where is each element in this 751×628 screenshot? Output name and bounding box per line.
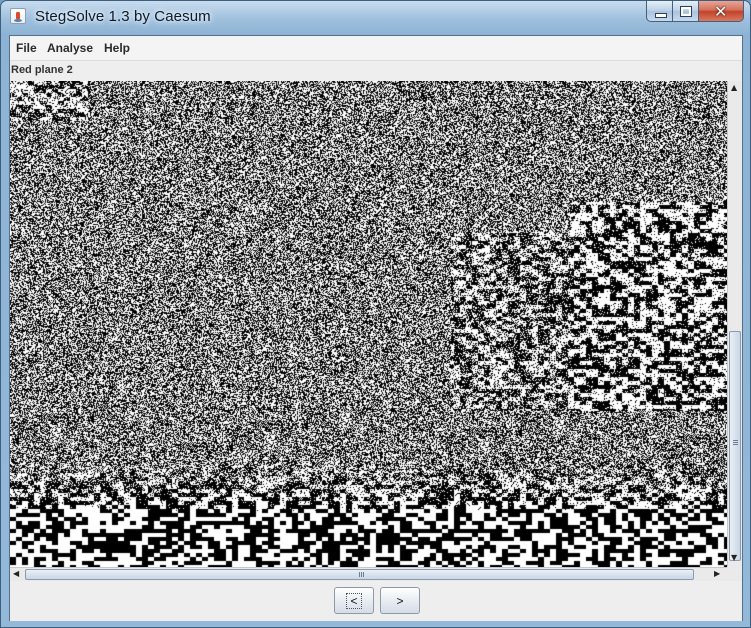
- scroll-right-icon[interactable]: ▶: [714, 569, 720, 578]
- scroll-up-icon[interactable]: ▲: [731, 83, 737, 92]
- minimize-icon: [655, 13, 667, 18]
- client-area: File Analyse Help Red plane 2 ▲ ▼ ◀ ▶ < …: [9, 35, 743, 621]
- previous-plane-button[interactable]: <: [334, 587, 374, 614]
- maximize-icon: [680, 6, 692, 17]
- app-icon[interactable]: [10, 8, 26, 24]
- menu-bar: File Analyse Help: [10, 36, 742, 61]
- vertical-scrollbar[interactable]: ▲ ▼: [727, 81, 742, 567]
- navigation-bar: < >: [10, 581, 742, 621]
- vertical-scroll-thumb[interactable]: [729, 331, 741, 561]
- minimize-button[interactable]: [646, 1, 673, 22]
- title-bar[interactable]: StegSolve 1.3 by Caesum ✕: [1, 1, 750, 35]
- bit-plane-image: [10, 81, 727, 567]
- grip-icon: [359, 572, 365, 577]
- plane-caption: Red plane 2: [11, 64, 73, 76]
- menu-analyse[interactable]: Analyse: [47, 41, 93, 55]
- close-icon: ✕: [714, 2, 728, 21]
- scroll-down-icon[interactable]: ▼: [731, 553, 737, 562]
- window-title: StegSolve 1.3 by Caesum: [35, 8, 211, 25]
- horizontal-scrollbar[interactable]: ◀ ▶: [10, 567, 727, 581]
- scroll-left-icon[interactable]: ◀: [13, 569, 19, 578]
- image-viewport[interactable]: [10, 81, 727, 567]
- scroll-corner: [727, 567, 742, 581]
- window-controls: ✕: [646, 1, 744, 23]
- maximize-button[interactable]: [673, 1, 699, 22]
- grip-icon: [733, 440, 738, 446]
- menu-file[interactable]: File: [16, 41, 37, 55]
- horizontal-scroll-thumb[interactable]: [25, 569, 694, 580]
- next-plane-button[interactable]: >: [380, 587, 420, 614]
- close-button[interactable]: ✕: [699, 1, 744, 22]
- menu-help[interactable]: Help: [104, 41, 130, 55]
- app-window: StegSolve 1.3 by Caesum ✕ File Analyse H…: [0, 0, 751, 628]
- prev-label: <: [346, 593, 362, 609]
